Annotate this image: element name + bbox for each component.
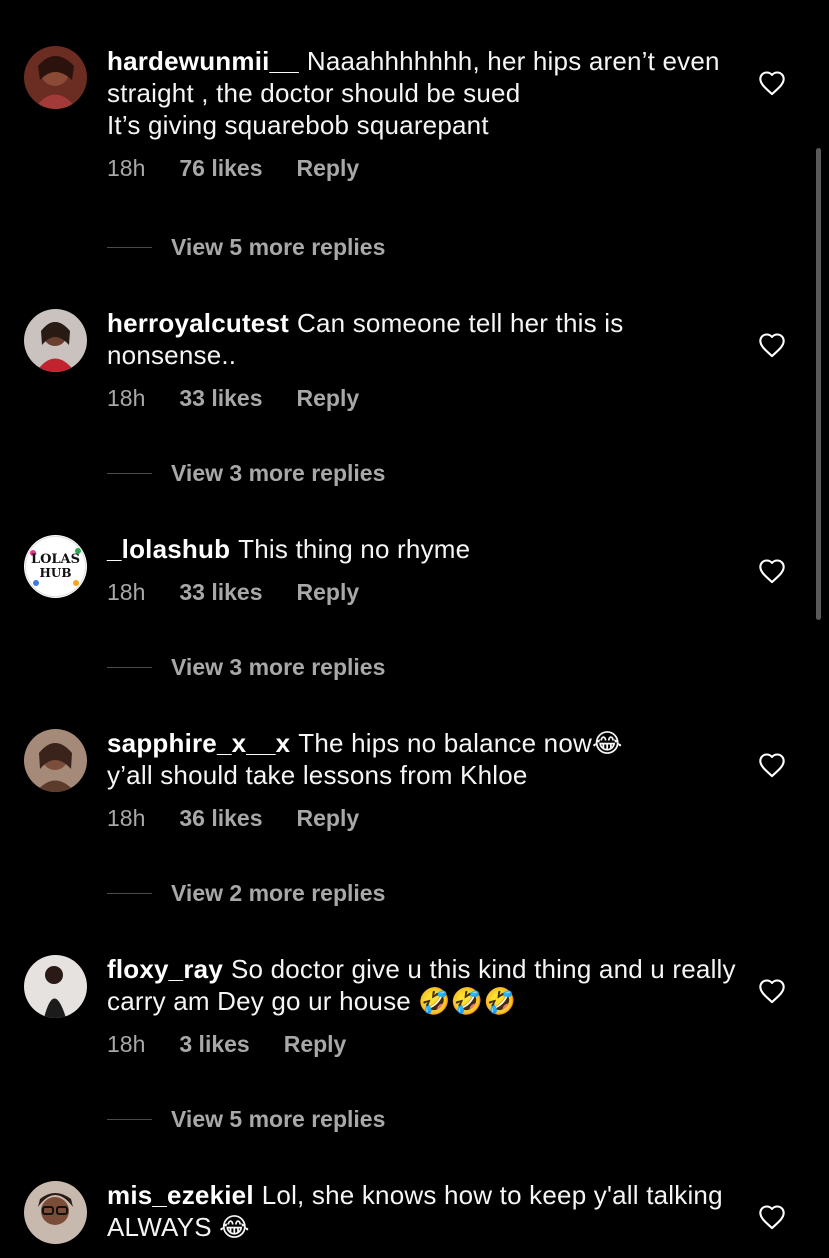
reply-button[interactable]: Reply [297,579,360,606]
comment-username[interactable]: herroyalcutest [107,308,289,338]
comment-meta: 18h 76 likes Reply [107,155,737,182]
view-replies-label[interactable]: View 2 more replies [171,880,385,907]
comment-username[interactable]: hardewunmii__ [107,46,299,76]
comment-time: 18h [107,385,146,411]
likes-count[interactable]: 3 likes [179,1031,249,1058]
heart-outline-icon[interactable] [758,558,786,584]
reply-button[interactable]: Reply [297,805,360,832]
comment-text: herroyalcutest Can someone tell her this … [107,307,737,371]
view-replies[interactable]: View 3 more replies [107,460,385,487]
avatar[interactable] [24,309,87,372]
view-replies[interactable]: View 5 more replies [107,1106,385,1133]
view-replies-label[interactable]: View 3 more replies [171,654,385,681]
likes-count[interactable]: 33 likes [179,579,262,606]
likes-count[interactable]: 36 likes [179,805,262,832]
comment-text: _lolashub This thing no rhyme [107,533,737,565]
comment-username[interactable]: floxy_ray [107,954,223,984]
divider-line [107,473,152,474]
heart-outline-icon[interactable] [758,1204,786,1230]
comments-list: hardewunmii__ Naaahhhhhhh, her hips aren’… [0,0,829,1258]
comment-time: 18h [107,805,146,831]
reply-button[interactable]: Reply [284,1031,347,1058]
svg-text:LOLAS: LOLAS [31,552,80,567]
comment-text: sapphire_x__x The hips no balance now😂 y’… [107,727,737,791]
comment-meta: 18h 33 likes Reply [107,579,737,606]
heart-outline-icon[interactable] [758,978,786,1004]
comment-meta: 18h 3 likes Reply [107,1031,737,1058]
view-replies[interactable]: View 2 more replies [107,880,385,907]
comment-username[interactable]: mis_ezekiel [107,1180,254,1210]
comment-username[interactable]: sapphire_x__x [107,728,290,758]
avatar[interactable] [24,46,87,109]
comment-username[interactable]: _lolashub [107,534,230,564]
divider-line [107,1119,152,1120]
comment-body: This thing no rhyme [238,534,471,564]
avatar[interactable]: LOLAS HUB [24,535,87,598]
comment-time: 18h [107,579,146,605]
comment-meta: 18h 36 likes Reply [107,805,737,832]
comment-time: 18h [107,155,146,181]
divider-line [107,667,152,668]
avatar[interactable] [24,729,87,792]
comment-time: 18h [107,1031,146,1057]
comment-text: hardewunmii__ Naaahhhhhhh, her hips aren’… [107,45,737,141]
comment-text: floxy_ray So doctor give u this kind thin… [107,953,737,1017]
view-replies[interactable]: View 5 more replies [107,234,385,261]
view-replies-label[interactable]: View 5 more replies [171,234,385,261]
comment-text: mis_ezekiel Lol, she knows how to keep y'… [107,1179,737,1243]
heart-outline-icon[interactable] [758,70,786,96]
comment-meta: 18h 33 likes Reply [107,385,737,412]
view-replies-label[interactable]: View 5 more replies [171,1106,385,1133]
view-replies[interactable]: View 3 more replies [107,654,385,681]
svg-text:HUB: HUB [40,566,72,580]
avatar[interactable] [24,1181,87,1244]
reply-button[interactable]: Reply [297,155,360,182]
reply-button[interactable]: Reply [297,385,360,412]
avatar[interactable] [24,955,87,1018]
scrollbar[interactable] [816,148,821,620]
view-replies-label[interactable]: View 3 more replies [171,460,385,487]
likes-count[interactable]: 76 likes [179,155,262,182]
divider-line [107,247,152,248]
heart-outline-icon[interactable] [758,752,786,778]
divider-line [107,893,152,894]
heart-outline-icon[interactable] [758,332,786,358]
likes-count[interactable]: 33 likes [179,385,262,412]
